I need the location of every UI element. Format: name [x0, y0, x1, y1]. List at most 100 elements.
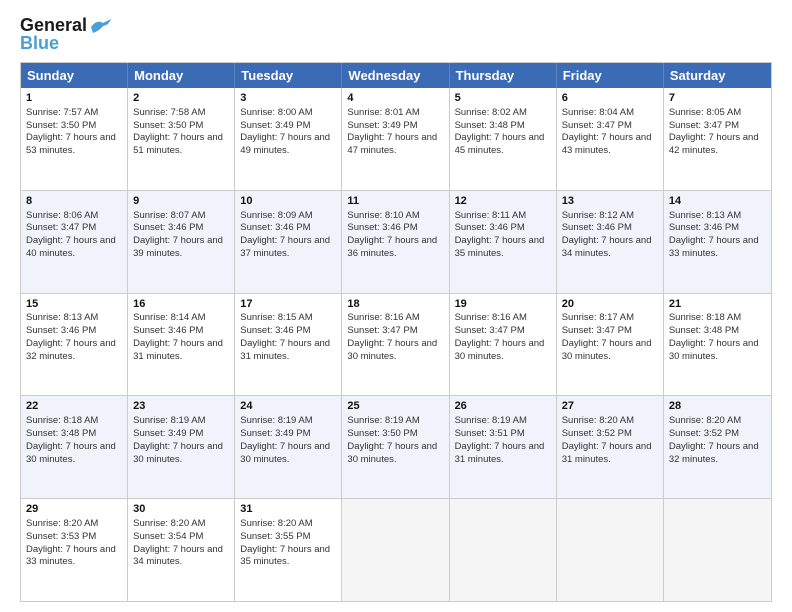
day-number: 10 [240, 194, 336, 209]
sunset-text: Sunset: 3:46 PM [133, 222, 203, 233]
calendar-cell: 27Sunrise: 8:20 AMSunset: 3:52 PMDayligh… [557, 396, 664, 498]
daylight-text: Daylight: 7 hours and 30 minutes. [455, 338, 545, 362]
calendar-cell: 15Sunrise: 8:13 AMSunset: 3:46 PMDayligh… [21, 294, 128, 396]
sunrise-text: Sunrise: 8:20 AM [240, 518, 312, 529]
daylight-text: Daylight: 7 hours and 31 minutes. [562, 441, 652, 465]
daylight-text: Daylight: 7 hours and 30 minutes. [347, 441, 437, 465]
sunset-text: Sunset: 3:46 PM [455, 222, 525, 233]
sunrise-text: Sunrise: 8:20 AM [133, 518, 205, 529]
day-number: 23 [133, 399, 229, 414]
sunset-text: Sunset: 3:54 PM [133, 531, 203, 542]
sunrise-text: Sunrise: 8:09 AM [240, 210, 312, 221]
weekday-header-thursday: Thursday [450, 63, 557, 88]
calendar-cell: 18Sunrise: 8:16 AMSunset: 3:47 PMDayligh… [342, 294, 449, 396]
day-number: 24 [240, 399, 336, 414]
daylight-text: Daylight: 7 hours and 36 minutes. [347, 235, 437, 259]
day-number: 15 [26, 297, 122, 312]
sunrise-text: Sunrise: 8:14 AM [133, 312, 205, 323]
day-number: 28 [669, 399, 766, 414]
day-number: 3 [240, 91, 336, 106]
day-number: 31 [240, 502, 336, 517]
calendar-cell: 17Sunrise: 8:15 AMSunset: 3:46 PMDayligh… [235, 294, 342, 396]
calendar-cell: 1Sunrise: 7:57 AMSunset: 3:50 PMDaylight… [21, 88, 128, 190]
calendar-cell [664, 499, 771, 601]
logo-blue: Blue [20, 33, 59, 54]
day-number: 18 [347, 297, 443, 312]
daylight-text: Daylight: 7 hours and 45 minutes. [455, 132, 545, 156]
sunrise-text: Sunrise: 8:19 AM [240, 415, 312, 426]
calendar-cell: 22Sunrise: 8:18 AMSunset: 3:48 PMDayligh… [21, 396, 128, 498]
weekday-header-monday: Monday [128, 63, 235, 88]
sunrise-text: Sunrise: 8:16 AM [455, 312, 527, 323]
calendar-row-1: 1Sunrise: 7:57 AM Sunset: 3:50 PM Daylight… [21, 88, 771, 190]
calendar-row-5: 29Sunrise: 8:20 AMSunset: 3:53 PMDayligh… [21, 498, 771, 601]
calendar-cell: 19Sunrise: 8:16 AMSunset: 3:47 PMDayligh… [450, 294, 557, 396]
calendar-cell [342, 499, 449, 601]
logo: General Blue [20, 15, 111, 54]
sunset-text: Sunset: 3:50 PM [133, 120, 203, 131]
sunrise-text: Sunrise: 8:10 AM [347, 210, 419, 221]
sunrise-text: Sunrise: 8:19 AM [347, 415, 419, 426]
daylight-text: Daylight: 7 hours and 30 minutes. [133, 441, 223, 465]
day-number: 19 [455, 297, 551, 312]
sunset-text: Sunset: 3:48 PM [26, 428, 96, 439]
daylight-text: Daylight: 7 hours and 30 minutes. [562, 338, 652, 362]
daylight-text: Daylight: 7 hours and 32 minutes. [669, 441, 759, 465]
sunset-text: Sunset: 3:47 PM [669, 120, 739, 131]
calendar-cell: 10Sunrise: 8:09 AMSunset: 3:46 PMDayligh… [235, 191, 342, 293]
sunset-text: Sunset: 3:50 PM [347, 428, 417, 439]
daylight-text: Daylight: 7 hours and 30 minutes. [26, 441, 116, 465]
sunrise-text: Sunrise: 8:12 AM [562, 210, 634, 221]
day-number: 17 [240, 297, 336, 312]
daylight-text: Daylight: 7 hours and 31 minutes. [133, 338, 223, 362]
sunset-text: Sunset: 3:46 PM [347, 222, 417, 233]
sunrise-text: Sunrise: 8:01 AM [347, 107, 419, 118]
calendar-cell: 7Sunrise: 8:05 AM Sunset: 3:47 PMDaylight… [664, 88, 771, 190]
page: General Blue SundayMondayTuesdayWednesda… [0, 0, 792, 612]
sunrise-text: Sunrise: 7:57 AM [26, 107, 98, 118]
sunrise-text: Sunrise: 8:19 AM [133, 415, 205, 426]
day-number: 20 [562, 297, 658, 312]
calendar-body: 1Sunrise: 7:57 AM Sunset: 3:50 PM Daylight… [21, 88, 771, 601]
calendar-cell [450, 499, 557, 601]
daylight-text: Daylight: 7 hours and 37 minutes. [240, 235, 330, 259]
sunset-text: Sunset: 3:52 PM [669, 428, 739, 439]
sunrise-text: Sunrise: 8:13 AM [669, 210, 741, 221]
sunset-text: Sunset: 3:48 PM [455, 120, 525, 131]
day-number: 2 [133, 91, 229, 106]
sunset-text: Sunset: 3:46 PM [240, 325, 310, 336]
day-number: 1 [26, 91, 122, 106]
day-number: 25 [347, 399, 443, 414]
calendar-row-4: 22Sunrise: 8:18 AMSunset: 3:48 PMDayligh… [21, 395, 771, 498]
sunrise-text: Sunrise: 8:17 AM [562, 312, 634, 323]
calendar-cell: 6Sunrise: 8:04 AMSunset: 3:47 PMDaylight… [557, 88, 664, 190]
sunrise-text: Sunrise: 8:18 AM [669, 312, 741, 323]
day-number: 8 [26, 194, 122, 209]
calendar-cell: 30Sunrise: 8:20 AMSunset: 3:54 PMDayligh… [128, 499, 235, 601]
sunrise-text: Sunrise: 8:18 AM [26, 415, 98, 426]
calendar-cell: 16Sunrise: 8:14 AMSunset: 3:46 PMDayligh… [128, 294, 235, 396]
sunrise-text: Sunrise: 8:11 AM [455, 210, 527, 221]
sunrise-text: Sunrise: 8:20 AM [562, 415, 634, 426]
calendar-cell: 26Sunrise: 8:19 AMSunset: 3:51 PMDayligh… [450, 396, 557, 498]
day-number: 7 [669, 91, 766, 106]
daylight-text: Daylight: 7 hours and 34 minutes. [562, 235, 652, 259]
daylight-text: Daylight: 7 hours and 42 minutes. [669, 132, 759, 156]
calendar-cell: 14Sunrise: 8:13 AMSunset: 3:46 PMDayligh… [664, 191, 771, 293]
day-number: 21 [669, 297, 766, 312]
daylight-text: Daylight: 7 hours and 30 minutes. [240, 441, 330, 465]
day-number: 16 [133, 297, 229, 312]
calendar-row-2: 8Sunrise: 8:06 AMSunset: 3:47 PMDaylight… [21, 190, 771, 293]
daylight-text: Daylight: 7 hours and 34 minutes. [133, 544, 223, 568]
sunrise-text: Sunrise: 8:07 AM [133, 210, 205, 221]
sunrise-text: Sunrise: 8:06 AM [26, 210, 98, 221]
sunrise-text: Sunrise: 8:05 AM [669, 107, 741, 118]
calendar-cell: 29Sunrise: 8:20 AMSunset: 3:53 PMDayligh… [21, 499, 128, 601]
daylight-text: Daylight: 7 hours and 43 minutes. [562, 132, 652, 156]
calendar-cell: 4Sunrise: 8:01 AMSunset: 3:49 PMDaylight… [342, 88, 449, 190]
daylight-text: Daylight: 7 hours and 35 minutes. [240, 544, 330, 568]
sunset-text: Sunset: 3:46 PM [562, 222, 632, 233]
sunrise-text: Sunrise: 8:00 AM [240, 107, 312, 118]
sunset-text: Sunset: 3:49 PM [240, 120, 310, 131]
calendar-cell: 8Sunrise: 8:06 AMSunset: 3:47 PMDaylight… [21, 191, 128, 293]
